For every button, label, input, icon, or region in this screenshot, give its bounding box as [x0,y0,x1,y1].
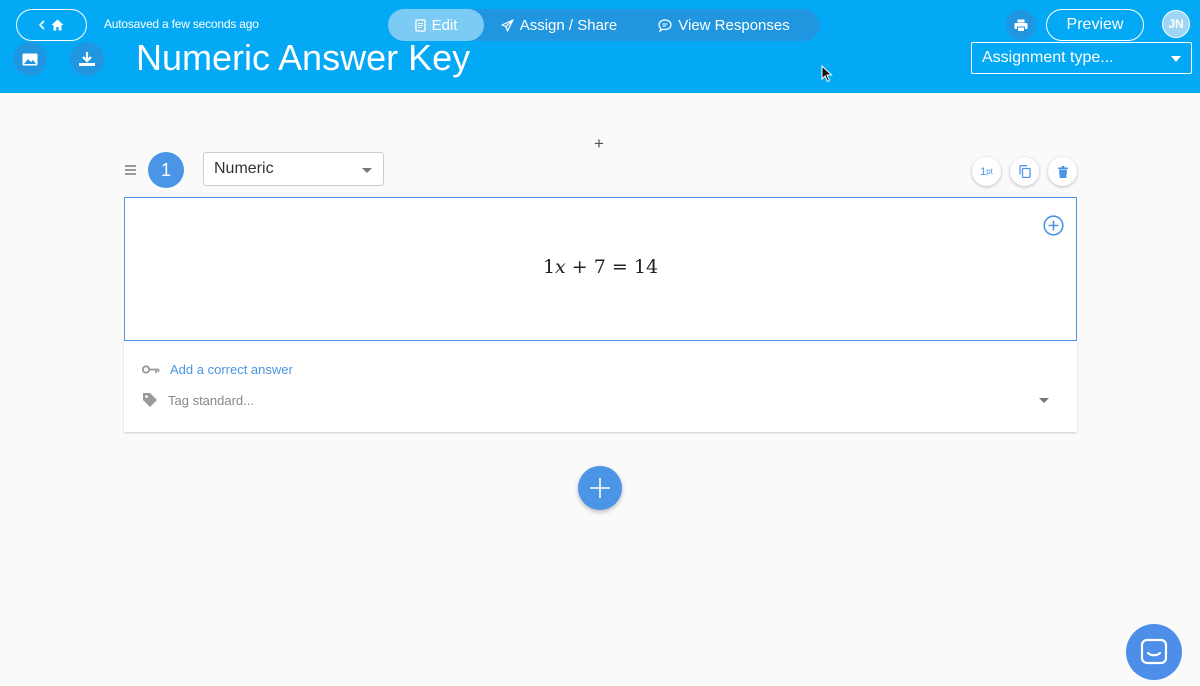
assignment-type-select[interactable]: Assignment type... [971,42,1192,74]
tag-icon [143,393,157,407]
add-question-button[interactable] [578,466,622,510]
equation-variable: x [555,256,566,278]
equation-constant: 7 [593,256,606,278]
print-button[interactable] [1006,10,1036,40]
answer-key-panel: Add a correct answer Tag standard... [124,341,1077,432]
chevron-left-icon [39,20,45,30]
assignment-title[interactable]: Numeric Answer Key [136,36,470,80]
home-icon [51,19,64,31]
duplicate-question-button[interactable] [1010,157,1039,186]
mouse-cursor-icon [821,65,833,83]
tab-assign-share-label: Assign / Share [519,16,618,34]
image-icon [22,53,38,65]
question-type-select[interactable]: Numeric [203,152,384,186]
tag-standard-placeholder: Tag standard... [168,392,254,408]
preview-button[interactable]: Preview [1046,9,1144,41]
chat-icon [1140,638,1168,665]
insert-question-above-button[interactable]: + [594,134,604,154]
support-chat-button[interactable] [1126,624,1182,680]
caret-down-icon [362,168,372,173]
key-icon [142,365,160,374]
download-button[interactable] [70,42,104,76]
tab-assign-share[interactable]: Assign / Share [484,9,634,41]
document-icon [414,18,426,32]
plus-icon [590,478,610,498]
equation-equals: = [611,256,628,278]
assignment-type-label: Assignment type... [982,49,1114,66]
caret-down-icon[interactable] [1039,398,1049,403]
insert-image-button[interactable] [13,42,47,76]
equation-coefficient: 1 [542,256,556,278]
tab-view-responses[interactable]: View Responses [634,9,814,41]
caret-down-icon [1171,56,1181,62]
trash-icon [1057,165,1068,178]
delete-question-button[interactable] [1048,157,1077,186]
rocket-icon [501,18,514,32]
autosave-status: Autosaved a few seconds ago [104,17,259,31]
top-header: Autosaved a few seconds ago Edit Assign … [0,0,1200,93]
printer-icon [1014,19,1028,32]
tab-edit-label: Edit [431,16,458,34]
user-avatar[interactable]: JN [1162,10,1190,38]
add-circle-icon[interactable] [1043,215,1064,236]
question-prompt-editor[interactable]: 1x + 7 = 14 [124,197,1077,341]
tab-view-responses-label: View Responses [678,16,790,34]
points-button[interactable]: 1 pt [972,157,1001,186]
tag-standard-field[interactable]: Tag standard... [142,392,254,408]
points-unit: pt [986,167,993,176]
home-button[interactable] [16,9,87,41]
question-number-badge: 1 [148,152,184,188]
question-type-label: Numeric [214,160,274,177]
equation-operator: + [571,256,588,278]
add-correct-answer-label: Add a correct answer [170,362,293,377]
download-icon [79,51,95,66]
drag-handle-icon[interactable] [125,165,136,177]
equation-rhs: 14 [633,256,659,278]
copy-icon [1018,165,1031,178]
question-equation: 1x + 7 = 14 [125,256,1076,278]
add-correct-answer-link[interactable]: Add a correct answer [142,362,293,377]
chat-bubble-icon [658,18,672,32]
